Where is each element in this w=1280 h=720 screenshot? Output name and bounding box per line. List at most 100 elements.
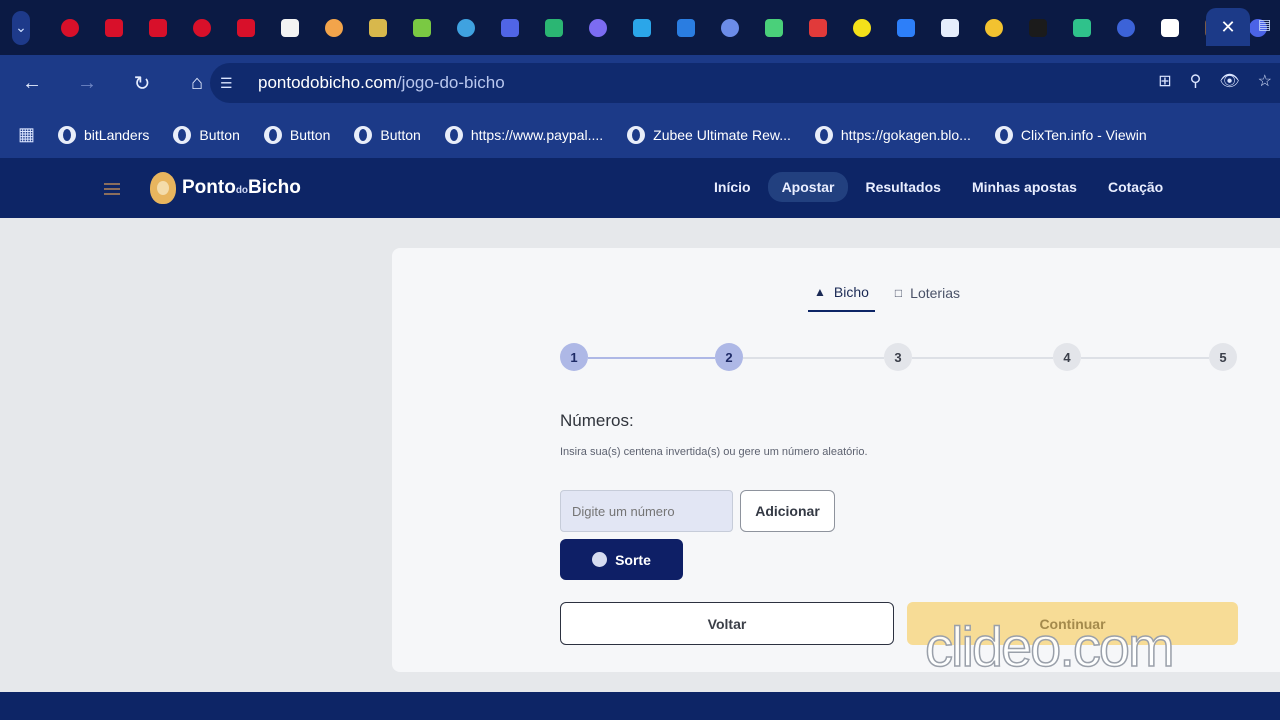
nav-item[interactable]: Apostar <box>767 172 849 202</box>
tab-favicon-icon[interactable] <box>972 11 1016 45</box>
back-button[interactable]: Voltar <box>560 602 894 645</box>
tab-favicon-icon[interactable] <box>1148 11 1192 45</box>
globe-icon <box>814 125 833 144</box>
bookmark-item[interactable]: Button <box>263 125 331 144</box>
reload-icon[interactable]: ↻ <box>119 63 165 103</box>
tab-search-dropdown-icon[interactable]: ⌄ <box>12 10 30 45</box>
tab-favicon-icon[interactable] <box>48 11 92 45</box>
bookmark-item[interactable]: Button <box>173 125 240 144</box>
globe-icon <box>627 125 646 144</box>
bookmark-label: https://gokagen.blo... <box>840 126 971 143</box>
tab-bicho-label: Bicho <box>833 284 869 300</box>
tab-favicon-icon[interactable] <box>796 11 840 45</box>
step-connector <box>588 357 715 359</box>
tracking-protection-icon[interactable]: 👁 <box>1219 71 1239 91</box>
tab-favicon-icon[interactable] <box>532 11 576 45</box>
forward-icon[interactable]: → <box>64 63 110 103</box>
install-app-icon[interactable]: ⊞ <box>1158 71 1171 91</box>
dice-icon <box>592 552 608 567</box>
tab-favicon-icon[interactable] <box>840 11 884 45</box>
bookmark-star-icon[interactable]: ☆ <box>1258 71 1272 91</box>
tab-favicon-icon[interactable] <box>92 11 136 45</box>
nav-item[interactable]: Início <box>700 172 765 202</box>
bookmark-item[interactable]: Button <box>354 125 421 144</box>
tab-favicon-icon[interactable] <box>576 11 620 45</box>
nav-item[interactable]: Minhas apostas <box>958 172 1091 202</box>
bookmark-label: Button <box>380 126 421 143</box>
nav-item[interactable]: Resultados <box>851 172 954 202</box>
tab-favicon-icon[interactable] <box>180 11 224 45</box>
main-nav: Início Apostar Resultados Minhas apostas Cot… <box>700 172 1180 202</box>
tab-favicon-icon[interactable] <box>444 11 488 45</box>
tab-favicon-icon[interactable] <box>664 11 708 45</box>
bookmarks-bar: ▦ bitLanders Button Button Button https://ww… <box>0 111 1280 158</box>
section-description: Insira sua(s) centena invertida(s) ou ge… <box>560 446 868 458</box>
tab-favicon-icon[interactable] <box>884 11 928 45</box>
section-title: Números: <box>560 411 634 430</box>
bookmark-item[interactable]: Zubee Ultimate Rew... <box>627 125 791 144</box>
bookmark-item[interactable]: bitLanders <box>58 125 149 144</box>
step-connector <box>1081 357 1209 359</box>
step-indicator: 3 <box>884 343 912 371</box>
footer-bar <box>0 692 1280 720</box>
step-connector <box>912 357 1053 359</box>
globe-icon <box>263 125 282 144</box>
url-path: /jogo-do-bicho <box>396 73 505 92</box>
tab-favicon-icon[interactable] <box>356 11 400 45</box>
menu-icon[interactable] <box>104 183 120 195</box>
tab-favicon-icon[interactable] <box>488 11 532 45</box>
close-tab-icon[interactable]: ✕ <box>1206 8 1250 46</box>
animal-icon: ▲ <box>814 285 826 299</box>
url-host: pontodobicho.com <box>258 73 397 92</box>
back-icon[interactable]: ← <box>9 63 55 103</box>
zoom-icon[interactable]: ⚲ <box>1190 71 1202 91</box>
add-button[interactable]: Adicionar <box>740 490 835 532</box>
bookmark-item[interactable]: https://www.paypal.... <box>444 125 604 144</box>
tab-favicon-icon[interactable] <box>136 11 180 45</box>
site-settings-icon[interactable]: ☰ <box>220 75 244 92</box>
ticket-icon: □ <box>894 286 903 300</box>
bookmark-item[interactable]: ClixTen.info - Viewin <box>994 125 1147 144</box>
tab-favicon-icon[interactable] <box>1104 11 1148 45</box>
tab-loterias[interactable]: □ Loterias <box>889 280 966 312</box>
tab-favicon-icon[interactable] <box>1060 11 1104 45</box>
sorte-button[interactable]: Sorte <box>560 539 683 580</box>
game-tabs: ▲ Bicho □ Loterias <box>808 280 980 312</box>
bookmark-list: bitLanders Button Button Button https://www.… <box>58 125 1171 144</box>
globe-icon <box>994 125 1013 144</box>
tab-favicon-icon[interactable] <box>312 11 356 45</box>
globe-icon <box>354 125 373 144</box>
tab-favicon-icon[interactable] <box>752 11 796 45</box>
bookmark-label: ClixTen.info - Viewin <box>1020 126 1147 143</box>
sorte-label: Sorte <box>615 551 651 568</box>
bookmark-item[interactable]: https://gokagen.blo... <box>814 125 971 144</box>
browser-tab-strip: ⌄ ✕ ▤ <box>0 0 1280 55</box>
bet-card: ▲ Bicho □ Loterias 1 2 3 4 5 Números: Insira… <box>392 248 1280 672</box>
bookmark-label: https://www.paypal.... <box>470 126 604 143</box>
tab-favicon-icon[interactable] <box>620 11 664 45</box>
tab-favicon-icon[interactable] <box>224 11 268 45</box>
address-bar[interactable]: ☰ pontodobicho.com/jogo-do-bicho ⊞ ⚲ 👁 ☆ <box>210 63 1280 103</box>
tab-favicon-icon[interactable] <box>708 11 752 45</box>
tab-favicon-icon[interactable] <box>1016 11 1060 45</box>
apps-grid-icon[interactable]: ▦ <box>18 124 42 145</box>
tab-bicho[interactable]: ▲ Bicho <box>808 280 875 312</box>
bookmark-label: Button <box>289 126 331 143</box>
nav-item[interactable]: Cotação <box>1094 172 1177 202</box>
bookmark-label: Zubee Ultimate Rew... <box>653 126 791 143</box>
step-indicator: 2 <box>715 343 743 371</box>
site-logo[interactable]: PontodoBicho <box>150 172 301 204</box>
tab-favicon-icon[interactable] <box>400 11 444 45</box>
tab-list <box>48 11 1280 45</box>
tab-favicon-icon[interactable] <box>268 11 312 45</box>
step-indicator: 5 <box>1209 343 1237 371</box>
globe-icon <box>444 125 463 144</box>
number-input[interactable] <box>560 490 733 532</box>
globe-icon <box>58 125 76 144</box>
watermark: clideo.com <box>924 614 1175 679</box>
tab-favicon-icon[interactable] <box>928 11 972 45</box>
tab-overflow-icon[interactable]: ▤ <box>1258 16 1278 36</box>
browser-toolbar: ← → ↻ ⌂ ☰ pontodobicho.com/jogo-do-bicho… <box>0 55 1280 111</box>
lion-logo-icon <box>150 172 176 204</box>
site-header: PontodoBicho Início Apostar Resultados Minh… <box>0 158 1280 218</box>
